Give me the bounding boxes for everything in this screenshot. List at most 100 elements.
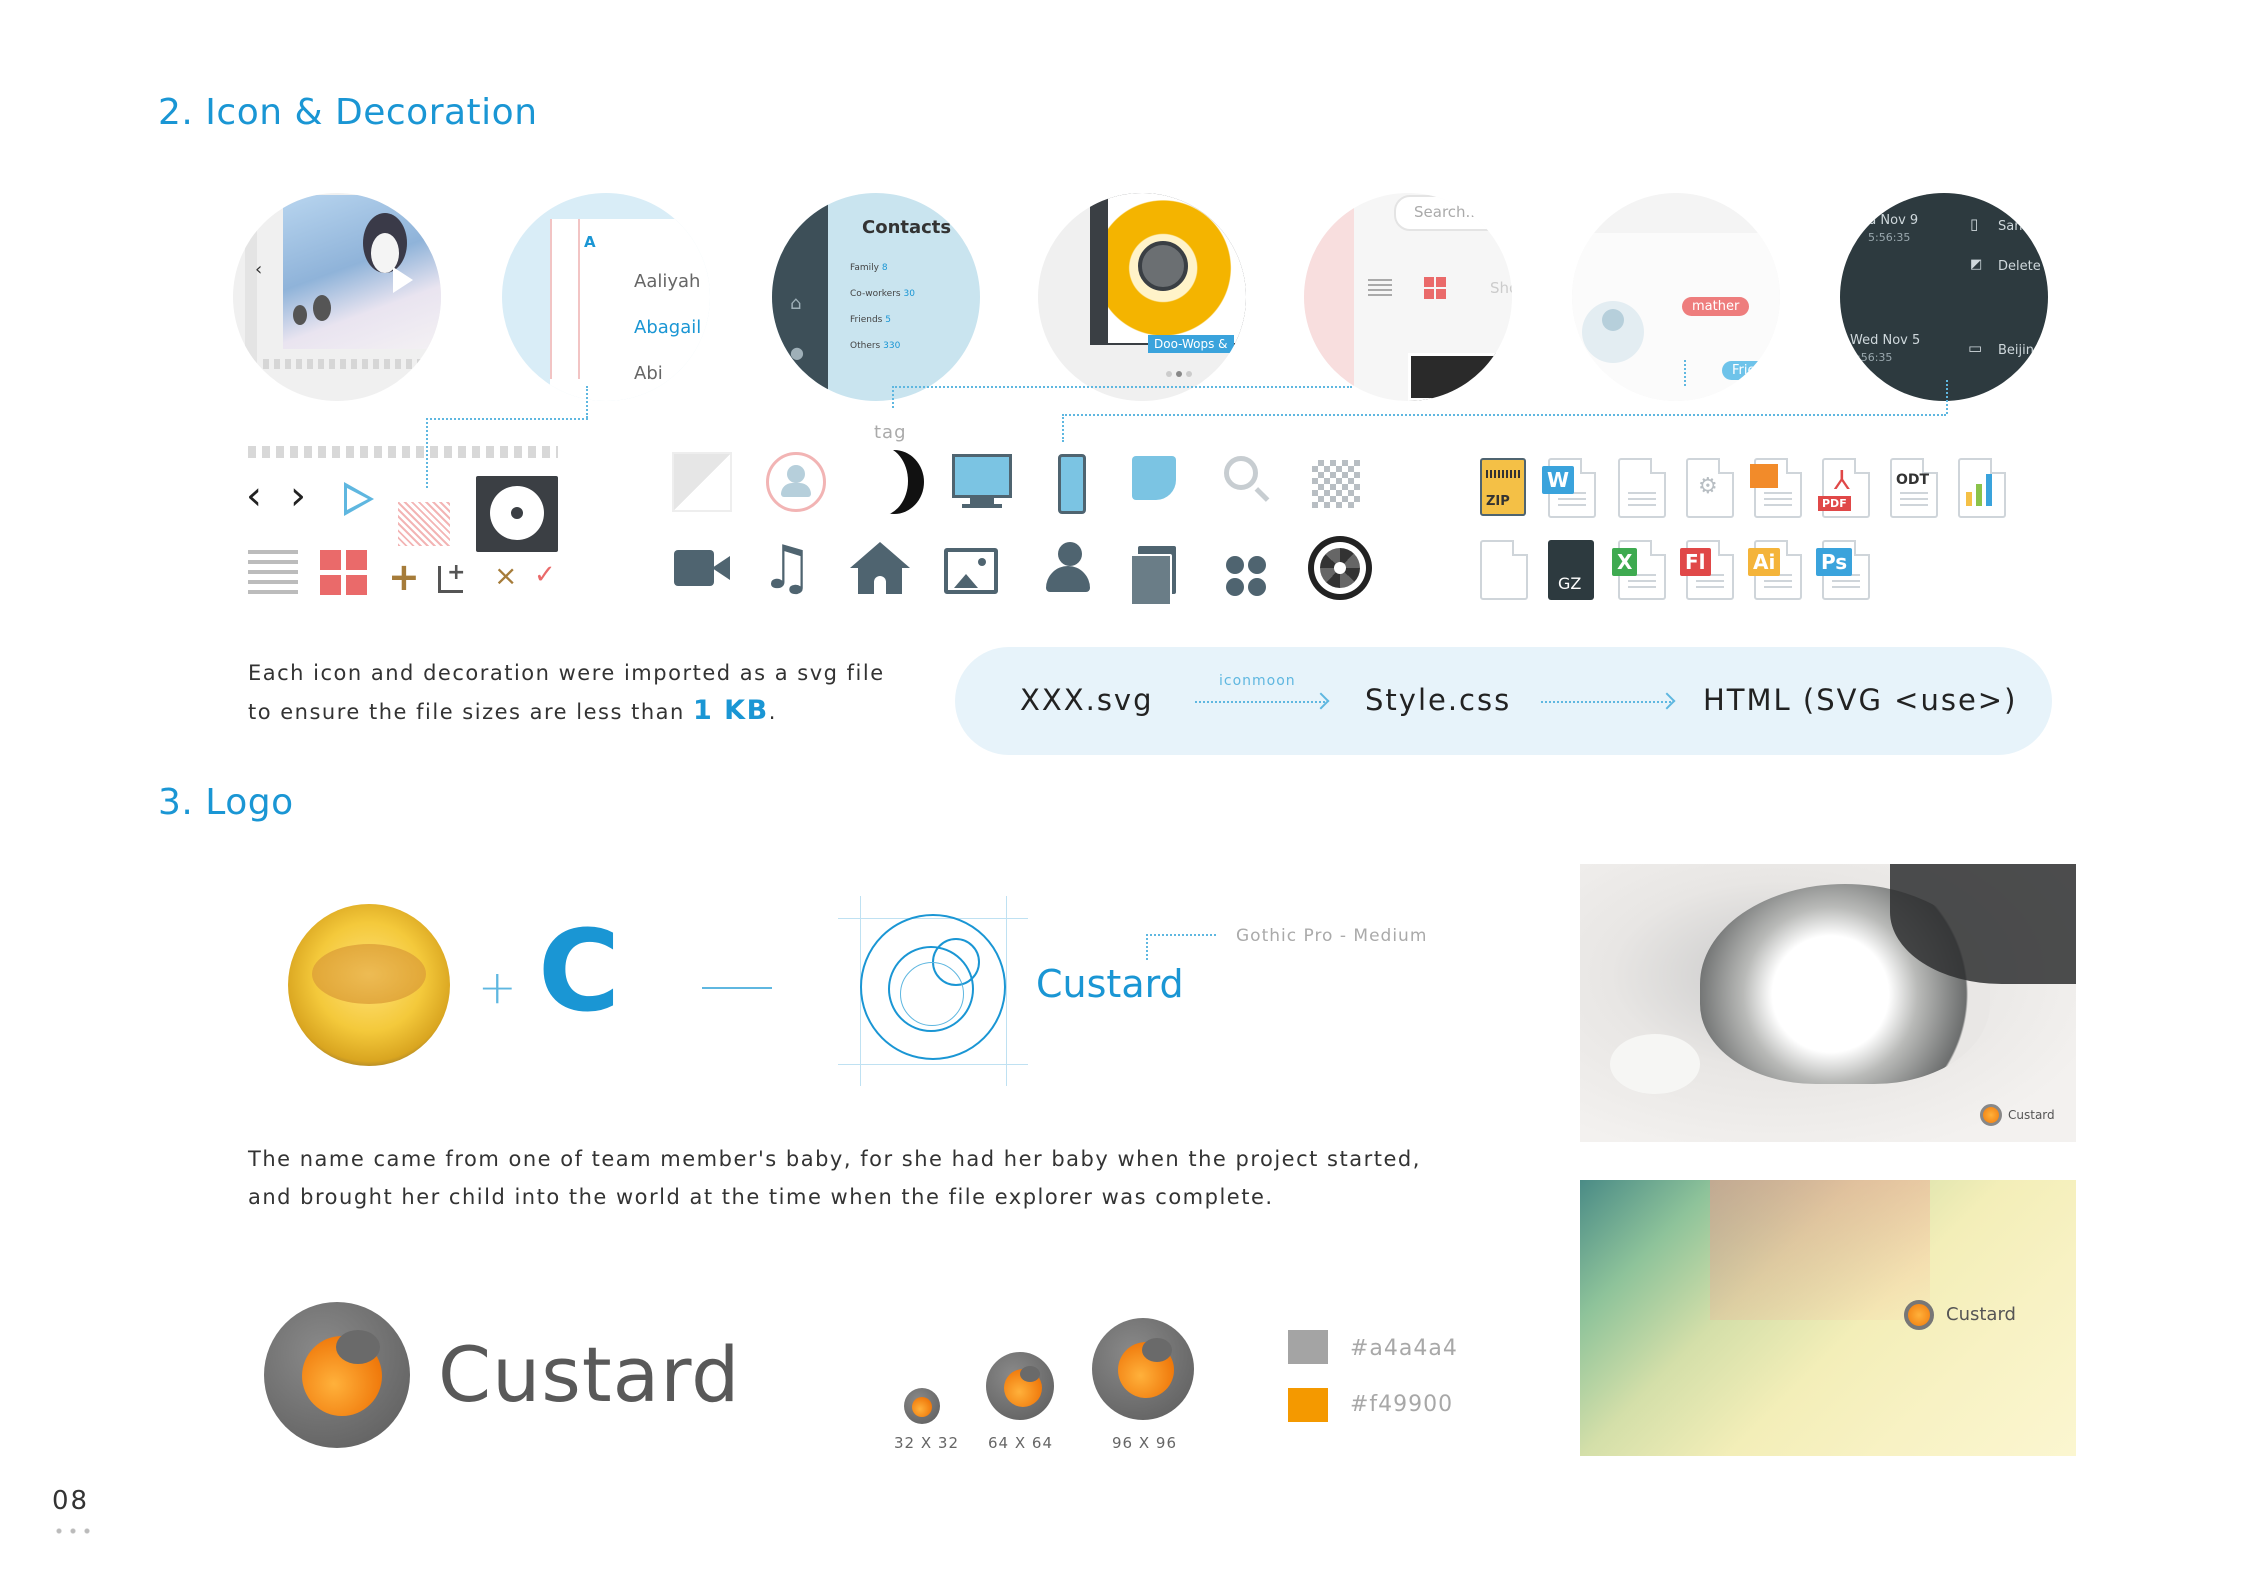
penguin-image — [283, 195, 441, 349]
chevron-left-icon: ‹ — [255, 259, 263, 280]
close-icon[interactable]: × — [494, 562, 517, 590]
sticky-note-icon — [1132, 456, 1176, 500]
letter-c: C — [538, 907, 621, 1037]
pipeline-arrow-label: iconmoon — [1219, 673, 1296, 689]
page-number: 08 — [52, 1486, 90, 1516]
zip-file-icon: ZIP — [1480, 458, 1526, 516]
clover-icon — [1226, 556, 1266, 596]
crescent-icon — [852, 446, 924, 516]
presentation-file-icon — [1750, 458, 1802, 518]
pattern-decoration — [398, 502, 450, 546]
disc-icon — [476, 476, 558, 552]
preview-circle-contacts: ⌂ ● Contacts Family 8 Co-workers 30 Frie… — [772, 193, 980, 401]
excel-file-icon: X — [1612, 540, 1666, 600]
section-title-icon-decoration: 2. Icon & Decoration — [158, 92, 538, 133]
home-icon[interactable]: ⌂ — [790, 293, 801, 314]
disc-icon — [1138, 241, 1188, 291]
custard-logo-mark — [264, 1302, 410, 1448]
dotted-border-decoration — [248, 446, 558, 458]
chevron-left-icon[interactable]: ‹ — [246, 476, 262, 516]
logo-96 — [1092, 1318, 1194, 1420]
tag-badge[interactable]: Frien — [1722, 361, 1774, 380]
preview-circle-search: Search... Sho — [1304, 193, 1512, 401]
aperture-icon — [1308, 536, 1372, 600]
search-icon — [1224, 456, 1258, 490]
preview-circle-index: A Aaliyah Abagail Abi — [502, 193, 710, 401]
user-group-icon — [1040, 542, 1096, 598]
list-view-icon[interactable] — [248, 550, 298, 594]
color-swatch-orange — [1288, 1388, 1328, 1422]
custard-logo-mark — [1904, 1300, 1934, 1330]
flash-file-icon: Fl — [1680, 540, 1734, 600]
color-hex-label: #a4a4a4 — [1350, 1336, 1458, 1361]
mobile-phone-icon — [1058, 454, 1086, 514]
grid-view-icon[interactable] — [320, 550, 368, 596]
list-view-icon[interactable] — [1368, 279, 1392, 297]
plus-icon[interactable]: + — [388, 558, 420, 596]
wallpaper-brand: Custard — [1946, 1304, 2016, 1325]
preview-circle-music: Doo-Wops & — [1038, 193, 1246, 401]
user-icon[interactable]: ● — [790, 343, 804, 362]
illustrator-file-icon: Ai — [1748, 540, 1802, 600]
preview-circle-video: ‹ — [233, 193, 441, 401]
tag-label: tag — [874, 422, 907, 443]
chevron-right-icon[interactable]: › — [290, 476, 306, 516]
music-note-icon: ♫ — [760, 533, 814, 603]
page-dots — [52, 1528, 94, 1534]
logo-64 — [986, 1352, 1054, 1420]
logo-construction-diagram — [838, 896, 1028, 1086]
custard-photo — [288, 904, 450, 1066]
blank-file-icon — [1618, 458, 1666, 518]
contacts-title: Contacts — [862, 217, 952, 238]
tag-badge[interactable]: mather — [1682, 297, 1750, 316]
pipeline-step: XXX.svg — [1020, 683, 1154, 717]
pipeline-step: Style.css — [1365, 683, 1512, 717]
placeholder-image-icon — [672, 452, 732, 512]
play-icon[interactable] — [393, 267, 413, 293]
section-title-logo: 3. Logo — [158, 782, 294, 823]
avatar-icon — [766, 452, 826, 512]
logo-story: The name came from one of team member's … — [248, 1147, 1421, 1209]
image-icon — [944, 548, 998, 594]
svg-note: Each icon and decoration were imported a… — [248, 661, 885, 726]
search-input[interactable]: Search... — [1414, 203, 1480, 221]
size-label: 96 X 96 — [1112, 1434, 1177, 1452]
phone-icon[interactable]: ▯ — [1970, 215, 1978, 233]
avatar-icon — [1602, 309, 1624, 331]
config-file-icon: ⚙ — [1686, 458, 1734, 518]
video-camera-icon — [674, 550, 714, 586]
plus-symbol: + — [478, 960, 517, 1014]
index-letter: A — [584, 233, 596, 251]
album-caption: Doo-Wops & — [1148, 335, 1234, 353]
custard-wordmark: Custard — [438, 1330, 741, 1419]
delete-icon[interactable]: ◩ — [1970, 257, 1982, 272]
dash-separator — [702, 987, 772, 989]
size-label: 64 X 64 — [988, 1434, 1053, 1452]
size-label: 32 X 32 — [894, 1434, 959, 1452]
odt-file-icon: ODT — [1890, 458, 1938, 518]
list-item[interactable]: Abi — [634, 363, 663, 384]
logo-32 — [904, 1388, 940, 1424]
kitten-wallpaper: Custard — [1580, 864, 2076, 1142]
monitor-icon — [952, 454, 1012, 498]
color-hex-label: #f49900 — [1350, 1392, 1454, 1417]
qr-code-icon — [1312, 460, 1360, 508]
check-icon[interactable]: ✓ — [534, 562, 556, 588]
gradient-wallpaper: Custard — [1580, 1180, 2076, 1456]
list-item[interactable]: Aaliyah — [634, 271, 700, 292]
add-folder-icon[interactable]: + — [438, 560, 465, 593]
gz-file-icon: GZ — [1548, 540, 1594, 600]
photoshop-file-icon: Ps — [1816, 540, 1870, 600]
delete-action[interactable]: Delete — [1998, 259, 2041, 274]
word-file-icon: W — [1542, 458, 1596, 518]
grid-view-icon[interactable] — [1424, 277, 1446, 299]
font-note: Gothic Pro - Medium — [1236, 926, 1428, 946]
monitor-icon[interactable]: ▭ — [1968, 339, 1982, 357]
wordmark-blue: Custard — [1036, 962, 1184, 1006]
list-item-selected[interactable]: Abagail — [634, 317, 701, 338]
color-swatch-gray — [1288, 1330, 1328, 1364]
svg-pipeline: XXX.svg iconmoon Style.css HTML (SVG <us… — [955, 647, 2052, 755]
wallpaper-brand: Custard — [2008, 1108, 2055, 1122]
size-highlight: 1 KB — [692, 695, 769, 726]
preview-circle-tags: mather Frien — [1572, 193, 1780, 401]
